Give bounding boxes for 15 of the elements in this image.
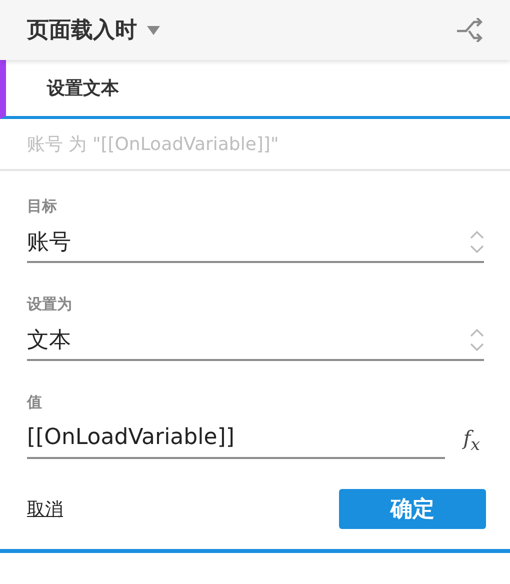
chevron-updown-icon	[470, 326, 484, 352]
select-field[interactable]: 账号	[27, 225, 484, 263]
function-button[interactable]: f$_{x}$	[459, 426, 484, 454]
select-field[interactable]: 文本	[27, 323, 484, 361]
action-summary: 账号 为 "[[OnLoadVariable]]"	[0, 119, 510, 171]
action-item[interactable]: 设置文本	[0, 60, 510, 119]
input-field[interactable]: [[OnLoadVariable]]	[27, 421, 446, 459]
shuffle-icon[interactable]	[457, 18, 483, 42]
field-label: 目标	[27, 196, 58, 217]
field-label: 值	[27, 392, 43, 413]
chevron-updown-icon	[470, 228, 484, 254]
field-label: 设置为	[27, 294, 73, 315]
event-title: 页面载入时	[27, 17, 137, 45]
dropdown-caret-icon[interactable]	[147, 26, 160, 34]
cancel-link[interactable]: 取消	[27, 497, 63, 521]
